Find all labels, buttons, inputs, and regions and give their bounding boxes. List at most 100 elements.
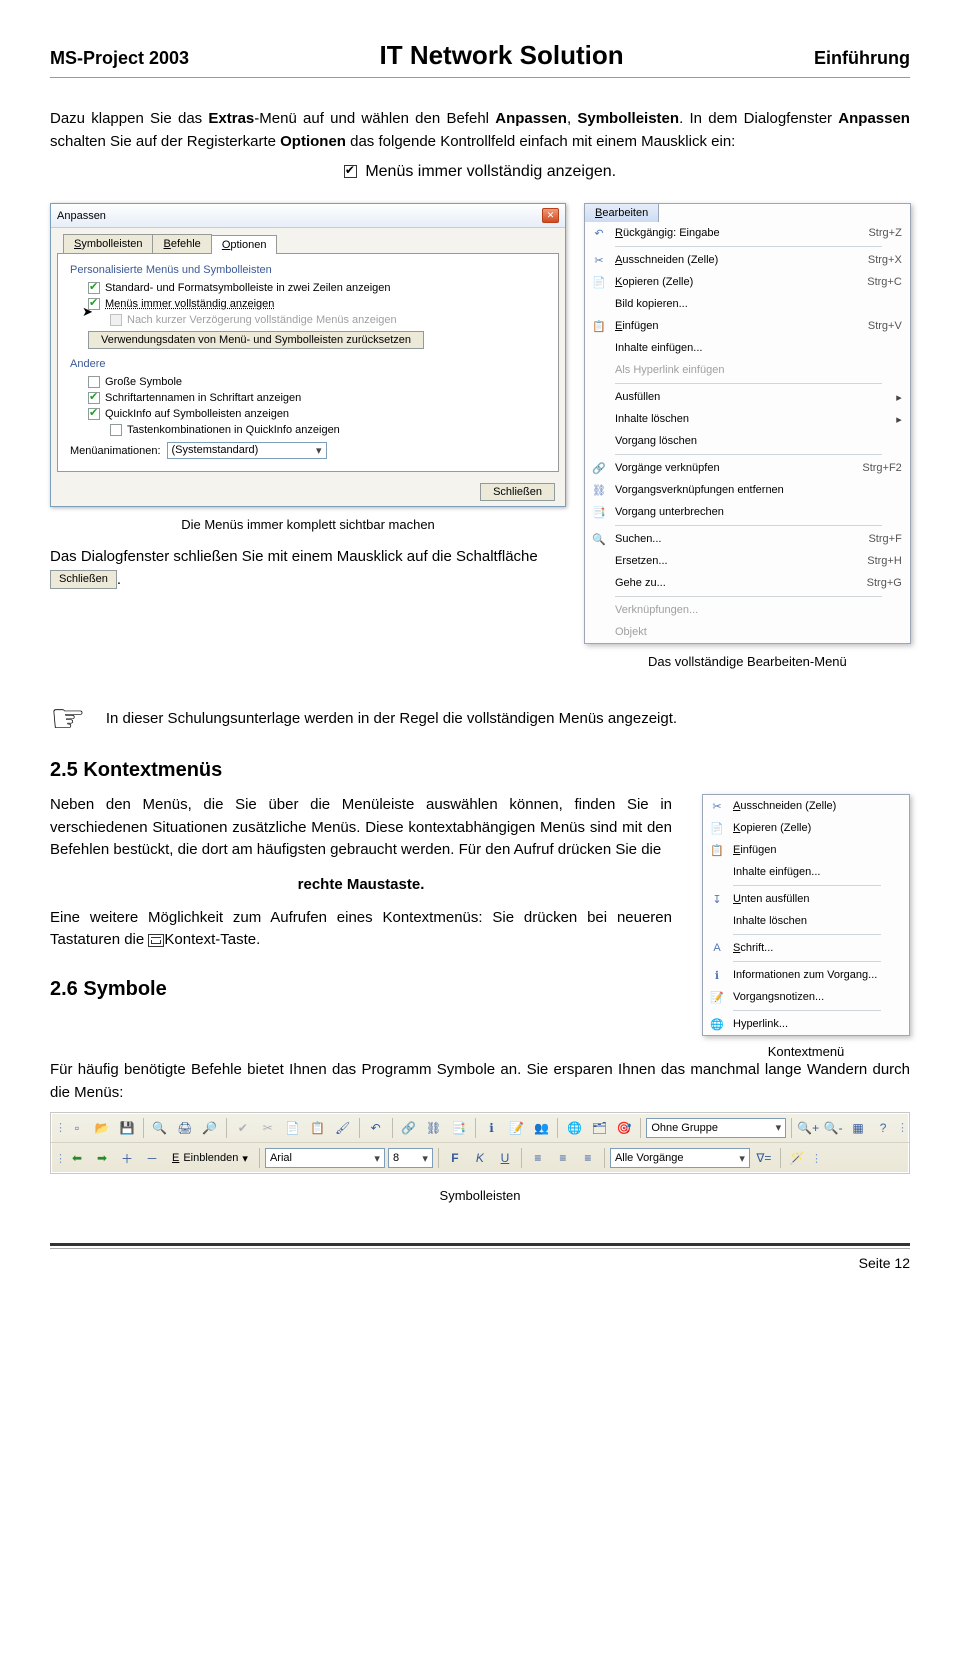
wizard-icon[interactable]: 🪄 (786, 1147, 808, 1169)
opt-large-icons[interactable]: Große Symbole (88, 376, 546, 388)
group-combo[interactable]: Ohne Gruppe (646, 1118, 786, 1138)
checkbox-icon[interactable] (88, 376, 100, 388)
open-icon[interactable]: 📂 (91, 1117, 113, 1139)
bold-icon[interactable]: F (444, 1147, 466, 1169)
align-center-icon[interactable]: ≡ (552, 1147, 574, 1169)
opt-font-names[interactable]: Schriftartennamen in Schriftart anzeigen (88, 392, 546, 404)
menu-item[interactable]: ↧Unten ausfüllen (703, 888, 909, 910)
goto-task-icon[interactable]: ▦ (847, 1117, 869, 1139)
menu-item[interactable]: Inhalte einfügen... (585, 337, 910, 359)
undo-icon[interactable]: ↶ (365, 1117, 387, 1139)
link-icon[interactable]: 🔗 (398, 1117, 420, 1139)
menu-item-icon: ℹ (707, 967, 727, 983)
menu-item[interactable]: 📋EinfügenStrg+V (585, 315, 910, 337)
menu-item[interactable]: Bild kopieren... (585, 293, 910, 315)
zoom-in-icon[interactable]: 🔍+ (797, 1117, 819, 1139)
zoom-out-icon[interactable]: 🔍- (822, 1117, 844, 1139)
show-button[interactable]: EEinblenden ▾ (166, 1147, 254, 1169)
paste-icon[interactable]: 📋 (307, 1117, 329, 1139)
opt-two-rows[interactable]: Standard- und Formatsymbolleiste in zwei… (88, 282, 546, 294)
italic-icon[interactable]: K (469, 1147, 491, 1169)
menu-item[interactable]: Gehe zu...Strg+G (585, 572, 910, 594)
spell-icon[interactable]: ✔ (232, 1117, 254, 1139)
new-icon[interactable]: ▫ (66, 1117, 88, 1139)
format-painter-icon[interactable]: 🖌 (332, 1117, 354, 1139)
intro-paragraph: Dazu klappen Sie das Extras-Menü auf und… (50, 108, 910, 153)
menu-item[interactable]: Ausfüllen (585, 386, 910, 408)
menu-item-label: Als Hyperlink einfügen (615, 364, 902, 376)
menu-item[interactable]: Vorgang löschen (585, 430, 910, 452)
search-icon[interactable]: 🔍 (149, 1117, 171, 1139)
menu-item[interactable]: Inhalte löschen (585, 408, 910, 430)
hide-subtasks-icon[interactable]: － (141, 1147, 163, 1169)
menu-item[interactable]: ℹInformationen zum Vorgang... (703, 964, 909, 986)
opt-quickinfo[interactable]: QuickInfo auf Symbolleisten anzeigen (88, 408, 546, 420)
menu-item[interactable]: 📋 Einfügen (703, 839, 909, 861)
context-key-icon (148, 934, 164, 947)
menu-item[interactable]: ↶Rückgängig: EingabeStrg+Z (585, 222, 910, 244)
publish-icon[interactable]: 🌐 (563, 1117, 585, 1139)
tab-befehle[interactable]: Befehle (152, 234, 211, 253)
split-icon[interactable]: 📑 (448, 1117, 470, 1139)
menu-item[interactable]: ✂Ausschneiden (Zelle) (703, 795, 909, 817)
size-combo[interactable]: 8 (388, 1148, 433, 1168)
checkbox-icon[interactable] (110, 424, 122, 436)
align-right-icon[interactable]: ≡ (577, 1147, 599, 1169)
assign-icon[interactable]: 👥 (530, 1117, 552, 1139)
print-icon[interactable]: 🖨 (174, 1117, 196, 1139)
goto-icon[interactable]: 🎯 (613, 1117, 635, 1139)
menu-item[interactable]: 🌐Hyperlink... (703, 1013, 909, 1035)
menu-item-icon: A (707, 940, 727, 956)
unlink-icon[interactable]: ⛓ (423, 1117, 445, 1139)
menu-item-icon: 🔗 (589, 460, 609, 476)
close-button[interactable]: Schließen (480, 483, 555, 501)
align-left-icon[interactable]: ≡ (527, 1147, 549, 1169)
opt-shortcuts-quickinfo[interactable]: Tastenkombinationen in QuickInfo anzeige… (110, 424, 546, 436)
menu-item-label: Vorgänge verknüpfen (615, 462, 842, 474)
checkbox-icon[interactable] (88, 282, 100, 294)
menu-item[interactable]: Inhalte löschen (703, 910, 909, 932)
menu-item[interactable]: 🔍Suchen...Strg+F (585, 528, 910, 550)
print-preview-icon[interactable]: 🔎 (199, 1117, 221, 1139)
menu-item-icon: 📋 (707, 842, 727, 858)
menu-item[interactable]: A Schrift... (703, 937, 909, 959)
menu-item[interactable]: 🔗Vorgänge verknüpfenStrg+F2 (585, 457, 910, 479)
copy-icon[interactable]: 📄 (282, 1117, 304, 1139)
menu-item[interactable]: ✂Ausschneiden (Zelle)Strg+X (585, 249, 910, 271)
underline-icon[interactable]: U (494, 1147, 516, 1169)
opt-full-menus[interactable]: Menüs immer vollständig anzeigen ➤ (88, 298, 546, 310)
menu-item[interactable]: 📑Vorgang unterbrechen (585, 501, 910, 523)
autofilter-icon[interactable]: ∇= (753, 1147, 775, 1169)
menu-item[interactable]: Inhalte einfügen... (703, 861, 909, 883)
menu-item-label: Schrift... (733, 942, 901, 954)
menu-item[interactable]: Ersetzen...Strg+H (585, 550, 910, 572)
reset-usage-button[interactable]: Verwendungsdaten von Menü- und Symbollei… (88, 331, 424, 349)
menu-item[interactable]: 📝Vorgangsnotizen... (703, 986, 909, 1008)
font-combo[interactable]: Arial (265, 1148, 385, 1168)
close-icon[interactable]: ✕ (542, 208, 559, 223)
checkbox-icon[interactable] (88, 408, 100, 420)
menu-tab-bearbeiten[interactable]: Bearbeiten (584, 203, 659, 222)
cut-icon[interactable]: ✂ (257, 1117, 279, 1139)
help-icon[interactable]: ? (872, 1117, 894, 1139)
toolbar-row-1: ⋮ ▫ 📂 💾 🔍 🖨 🔎 ✔ ✂ 📄 📋 🖌 ↶ 🔗 ⛓ 📑 ℹ 📝 👥 🌐 … (51, 1113, 909, 1143)
menu-item-label: Kopieren (Zelle) (615, 276, 847, 288)
checkbox-icon[interactable] (88, 392, 100, 404)
checkbox-callout: Menüs immer vollständig anzeigen. (50, 163, 910, 181)
tab-symbolleisten[interactable]: SSymbolleistenymbolleisten (63, 234, 153, 253)
menu-animations-select[interactable]: (Systemstandard) (167, 442, 327, 459)
outdent-icon[interactable]: ⬅ (66, 1147, 88, 1169)
filter-combo[interactable]: Alle Vorgänge (610, 1148, 750, 1168)
menu-item-icon: 📝 (707, 989, 727, 1005)
tab-optionen[interactable]: Optionen (211, 235, 278, 254)
indent-icon[interactable]: ➡ (91, 1147, 113, 1169)
menu-item-label: Einfügen (733, 844, 901, 856)
save-icon[interactable]: 💾 (116, 1117, 138, 1139)
show-subtasks-icon[interactable]: ＋ (116, 1147, 138, 1169)
group-icon[interactable]: 🗂 (588, 1117, 610, 1139)
menu-item[interactable]: 📄Kopieren (Zelle) (703, 817, 909, 839)
info-icon[interactable]: ℹ (481, 1117, 503, 1139)
menu-item[interactable]: ⛓Vorgangsverknüpfungen entfernen (585, 479, 910, 501)
note-icon[interactable]: 📝 (506, 1117, 528, 1139)
menu-item[interactable]: 📄Kopieren (Zelle)Strg+C (585, 271, 910, 293)
